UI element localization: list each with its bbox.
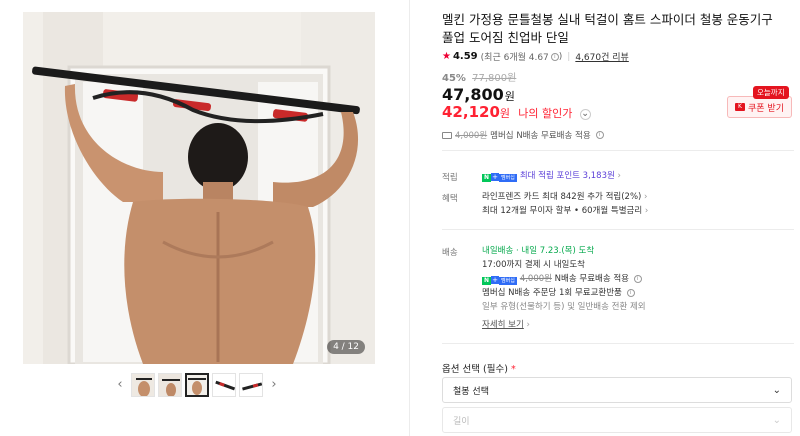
delivery-eta-row: 내일배송 · 내일 7.23.(목) 도착 [482, 245, 594, 257]
options-title-text: 옵션 선택 [442, 364, 480, 375]
discount-row: 45% 77,800원 [442, 69, 516, 84]
my-sale-price-unit: 원 [499, 107, 511, 120]
info-icon[interactable]: i [550, 52, 559, 61]
card-benefit-text: 라인프렌즈 카드 최대 842원 추가 적립(2%) [482, 192, 642, 202]
rating-row: ★ 4.59 (최근 6개월 4.67 i ) | 4,670건 리뷰 [442, 50, 629, 63]
truck-icon [442, 131, 452, 139]
product-title: 멜킨 가정용 문틀철봉 실내 턱걸이 홈트 스파이더 철봉 운동기구 풀업 도어… [442, 12, 773, 45]
benefit-label: 혜택 [442, 194, 458, 204]
delivery-cutoff: 17:00까지 결제 시 내일도착 [482, 260, 585, 270]
required-mark: * [510, 364, 516, 375]
points-text: 최대 적립 포인트 3,183원 [519, 171, 615, 181]
my-sale-price[interactable]: 42,120원 나의 할인가 ⌄ [442, 103, 591, 121]
npay-membership-icon: N + 멤버십 [482, 276, 517, 285]
coupon-icon: K [735, 103, 745, 111]
chevron-down-icon: ⌄ [772, 414, 781, 426]
benefit-line-1[interactable]: 라인프렌즈 카드 최대 842원 추가 적립(2%) › [482, 191, 647, 203]
sale-price-unit: 원 [504, 90, 515, 103]
shipping-text: 멤버십 N배송 무료배송 적용 [490, 131, 591, 141]
product-page: 4 / 12 ‹ › 멜킨 가정용 문틀철봉 실내 턱걸이 홈트 스파이더 철봉… [0, 0, 800, 436]
thumbnail-3-active[interactable] [185, 373, 209, 397]
star-icon: ★ [442, 51, 451, 62]
discount-percent: 45% [442, 73, 466, 84]
rating-score: 4.59 [452, 51, 478, 62]
my-sale-price-value: 42,120 [442, 103, 500, 121]
member-return-text: 멤버십 N배송 주문당 1회 무료교환반품 [482, 288, 622, 298]
delivery-original-fee: 4,000원 [519, 274, 552, 284]
delivery-fee-text: N배송 무료배송 적용 [554, 274, 629, 284]
rating-separator: | [567, 51, 571, 62]
points-label: 적립 [442, 173, 458, 183]
thumbnail-1[interactable] [131, 373, 155, 397]
points-row[interactable]: N + 멤버십 최대 적립 포인트 3,183원 › [482, 170, 621, 183]
gt-icon: › [644, 206, 649, 216]
review-count-link[interactable]: 4,670건 리뷰 [575, 50, 628, 63]
detail-link[interactable]: 자세히 보기 [482, 320, 524, 330]
my-sale-price-label: 나의 할인가 [518, 107, 573, 120]
coupon-deadline-badge: 오늘까지 [753, 86, 789, 99]
recent-rating-close: ) [558, 51, 563, 62]
gt-icon: › [617, 171, 621, 181]
info-icon[interactable]: i [633, 275, 642, 283]
chevron-down-icon: ⌄ [579, 109, 591, 120]
installment-text: 최대 12개월 무이자 할부 • 60개월 특별금리 [482, 206, 643, 216]
product-photo [23, 12, 375, 364]
section-divider [442, 150, 794, 151]
thumbnail-2[interactable] [158, 373, 182, 397]
delivery-label: 배송 [442, 248, 458, 258]
length-select-dropdown[interactable]: 길이 ⌄ [442, 407, 792, 433]
main-product-image[interactable]: 4 / 12 [23, 12, 375, 364]
gt-icon: › [644, 192, 648, 202]
section-divider [442, 229, 794, 230]
bar-select-value: 철봉 선택 [453, 386, 489, 397]
npay-membership-icon: N + 멤버십 [482, 173, 517, 182]
bar-select-dropdown[interactable]: 철봉 선택 ⌄ [442, 377, 792, 403]
shipping-original-fee: 4,000원 [455, 131, 488, 141]
info-icon[interactable]: i [626, 289, 635, 297]
shipping-summary: 4,000원 멤버십 N배송 무료배송 적용 i [442, 129, 604, 141]
image-page-counter: 4 / 12 [327, 340, 365, 354]
image-gallery: 4 / 12 ‹ › [0, 0, 398, 436]
thumbnail-strip: ‹ › [112, 373, 282, 397]
member-return-row: 멤버십 N배송 주문당 1회 무료교환반품 i [482, 287, 635, 299]
section-divider [442, 343, 794, 344]
options-title: 옵션 선택 (필수) * [442, 361, 516, 375]
delivery-exclusion: 일부 유형(선물하기 등) 및 일반배송 전환 제외 [482, 302, 646, 312]
chevron-down-icon: ⌄ [772, 384, 781, 396]
recent-rating: (최근 6개월 4.67 [480, 53, 549, 63]
next-image-arrow-icon[interactable]: › [266, 375, 282, 395]
coupon-button-label: 쿠폰 받기 [748, 103, 784, 114]
coupon-button[interactable]: K 쿠폰 받기 [727, 96, 792, 118]
prev-image-arrow-icon[interactable]: ‹ [112, 375, 128, 395]
options-required: (필수) [483, 364, 508, 375]
info-icon[interactable]: i [595, 131, 604, 139]
benefit-line-2[interactable]: 최대 12개월 무이자 할부 • 60개월 특별금리 › [482, 205, 648, 217]
delivery-eta: · 내일 7.23.(목) 도착 [515, 246, 595, 256]
column-divider [409, 0, 410, 436]
original-price: 77,800원 [472, 73, 517, 84]
delivery-detail-row[interactable]: 자세히 보기 › [482, 319, 530, 331]
length-select-value: 길이 [453, 416, 470, 427]
thumbnail-4[interactable] [212, 373, 236, 397]
delivery-fee-row: N + 멤버십 4,000원 N배송 무료배송 적용 i [482, 273, 642, 286]
gt-icon: › [526, 320, 530, 330]
thumbnail-5[interactable] [239, 373, 263, 397]
sale-price: 47,800원 [442, 85, 515, 104]
sale-price-value: 47,800 [442, 85, 504, 104]
next-day-badge: 내일배송 [482, 246, 514, 256]
